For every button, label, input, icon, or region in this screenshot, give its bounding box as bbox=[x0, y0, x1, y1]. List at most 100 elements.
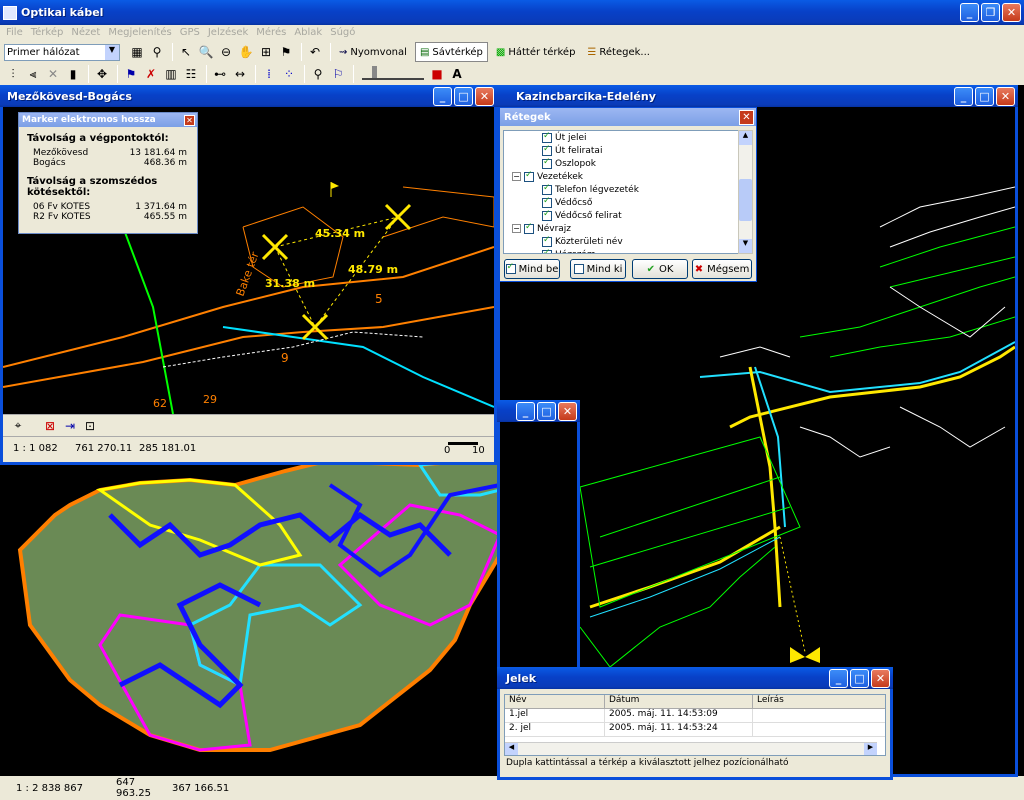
minimize-icon[interactable]: _ bbox=[516, 401, 535, 421]
menu-gps[interactable]: GPS bbox=[176, 25, 204, 41]
layers-scrollbar[interactable]: ▲ ▼ bbox=[738, 130, 753, 254]
ok-button[interactable]: ✔ OK bbox=[632, 259, 688, 279]
distance-icon[interactable]: ↔ bbox=[231, 65, 249, 83]
zoom-extent-icon[interactable]: ⊞ bbox=[257, 43, 275, 61]
points-clear-icon[interactable]: ⁘ bbox=[280, 65, 298, 83]
binoculars-icon[interactable]: ⚲ bbox=[148, 43, 166, 61]
undo-icon[interactable]: ↶ bbox=[306, 43, 324, 61]
gps-target-icon[interactable] bbox=[790, 647, 820, 663]
scroll-left-icon[interactable]: ◀ bbox=[505, 743, 518, 755]
close-icon[interactable]: ✕ bbox=[1002, 3, 1021, 22]
layer-item[interactable]: Házszám bbox=[504, 248, 738, 253]
layer-checkbox[interactable] bbox=[542, 157, 552, 169]
layer-select[interactable]: Primer hálózat ▼ bbox=[4, 43, 120, 61]
layer-checkbox[interactable] bbox=[542, 183, 552, 195]
layer-checkbox[interactable] bbox=[542, 144, 552, 156]
layer-checkbox[interactable] bbox=[524, 170, 534, 182]
menu-terkep[interactable]: Térkép bbox=[27, 25, 68, 41]
pan-hand-icon[interactable]: ✋ bbox=[237, 43, 255, 61]
minimize-icon[interactable]: _ bbox=[829, 668, 848, 688]
maximize-icon[interactable]: □ bbox=[537, 401, 556, 421]
properties-icon[interactable]: ▦ bbox=[128, 43, 146, 61]
jelek-titlebar[interactable]: Jelek _ □ ✕ bbox=[497, 667, 893, 689]
win3-titlebar[interactable]: _ □ ✕ bbox=[497, 400, 580, 422]
layers-titlebar[interactable]: Rétegek ✕ bbox=[500, 108, 756, 126]
layer-checkbox[interactable] bbox=[524, 222, 534, 234]
restore-icon[interactable]: ❐ bbox=[981, 3, 1000, 22]
close-icon[interactable]: ✕ bbox=[475, 86, 494, 106]
collapse-icon[interactable]: − bbox=[512, 224, 521, 233]
flag-icon[interactable] bbox=[330, 182, 339, 197]
cancel-button[interactable]: ✖ Mégsem bbox=[692, 259, 752, 279]
maximize-icon[interactable]: □ bbox=[454, 86, 473, 106]
chevron-down-icon[interactable]: ▼ bbox=[105, 44, 119, 60]
menu-ablak[interactable]: Ablak bbox=[290, 25, 326, 41]
scroll-right-icon[interactable]: ▶ bbox=[864, 743, 877, 755]
add-point-icon[interactable]: ⫷ bbox=[24, 65, 42, 83]
battery-icon[interactable]: ▮ bbox=[64, 65, 82, 83]
menu-meres[interactable]: Mérés bbox=[252, 25, 290, 41]
crosshair-icon[interactable]: ⌖ bbox=[9, 417, 27, 435]
savterkep-button[interactable]: ▤ Sávtérkép bbox=[414, 42, 488, 62]
table-row[interactable]: 2. jel 2005. máj. 11. 14:53:24 bbox=[505, 723, 885, 737]
col-datum[interactable]: Dátum bbox=[605, 695, 753, 708]
layer-item[interactable]: Út jelei bbox=[504, 131, 738, 144]
add-node-icon[interactable]: ⫶ bbox=[4, 65, 22, 83]
minimize-icon[interactable]: _ bbox=[433, 86, 452, 106]
scroll-up-icon[interactable]: ▲ bbox=[739, 131, 752, 145]
close-icon[interactable]: ✕ bbox=[558, 401, 577, 421]
export-icon[interactable]: ⇥ bbox=[61, 417, 79, 435]
menu-megjelenites[interactable]: Megjelenítés bbox=[104, 25, 175, 41]
color-icon[interactable]: ■ bbox=[428, 65, 446, 83]
maximize-icon[interactable]: □ bbox=[975, 86, 994, 106]
win1-titlebar[interactable]: Mezőkövesd-Bogács _ □ ✕ bbox=[0, 85, 497, 107]
points-icon[interactable]: ⁞ bbox=[260, 65, 278, 83]
layer-item[interactable]: Oszlopok bbox=[504, 157, 738, 170]
menu-file[interactable]: File bbox=[2, 25, 27, 41]
scroll-thumb[interactable] bbox=[739, 179, 752, 221]
minimize-icon[interactable]: _ bbox=[960, 3, 979, 22]
remove-flag-icon[interactable]: ✗ bbox=[142, 65, 160, 83]
close-icon[interactable]: ✕ bbox=[871, 668, 890, 688]
delete-point-icon[interactable]: ⊠ bbox=[41, 417, 59, 435]
marker-icon[interactable]: ⚲ bbox=[309, 65, 327, 83]
col-leiras[interactable]: Leírás bbox=[753, 695, 885, 708]
move-icon[interactable]: ✥ bbox=[93, 65, 111, 83]
close-icon[interactable]: ✕ bbox=[739, 109, 754, 125]
layer-item[interactable]: − Névrajz bbox=[504, 222, 738, 235]
layer-item[interactable]: Telefon légvezeték bbox=[504, 183, 738, 196]
maximize-icon[interactable]: □ bbox=[850, 668, 869, 688]
layer-item[interactable]: Út feliratai bbox=[504, 144, 738, 157]
layer-item[interactable]: − Vezetékek bbox=[504, 170, 738, 183]
layer-checkbox[interactable] bbox=[542, 235, 552, 247]
text-icon[interactable]: A bbox=[448, 65, 466, 83]
horizontal-scrollbar[interactable]: ◀ ▶ bbox=[505, 742, 877, 755]
gps-icon[interactable]: ⚐ bbox=[329, 65, 347, 83]
all-on-button[interactable]: Mind be bbox=[504, 259, 560, 279]
minimize-icon[interactable]: _ bbox=[954, 86, 973, 106]
col-nev[interactable]: Név bbox=[505, 695, 605, 708]
close-icon[interactable]: ✕ bbox=[184, 114, 195, 126]
locate-icon[interactable]: ⚑ bbox=[277, 43, 295, 61]
menu-nezet[interactable]: Nézet bbox=[67, 25, 104, 41]
layer-item[interactable]: Védőcső bbox=[504, 196, 738, 209]
nyomvonal-button[interactable]: ⇝ Nyomvonal bbox=[335, 42, 411, 62]
zoom-icon[interactable]: 🔍 bbox=[197, 43, 215, 61]
zoom-minus-icon[interactable]: ⊖ bbox=[217, 43, 235, 61]
pointer-icon[interactable]: ↖ bbox=[177, 43, 195, 61]
measure-icon[interactable]: ⊷ bbox=[211, 65, 229, 83]
menu-sugo[interactable]: Súgó bbox=[326, 25, 359, 41]
marker-x-icon[interactable] bbox=[301, 313, 329, 341]
all-off-button[interactable]: Mind ki bbox=[570, 259, 626, 279]
layer-item[interactable]: Közterületi név bbox=[504, 235, 738, 248]
scroll-down-icon[interactable]: ▼ bbox=[739, 239, 752, 253]
retegek-button[interactable]: ☰ Rétegek... bbox=[583, 42, 654, 62]
layer-checkbox[interactable] bbox=[542, 131, 552, 143]
layer-checkbox[interactable] bbox=[542, 209, 552, 221]
table-row[interactable]: 1.jel 2005. máj. 11. 14:53:09 bbox=[505, 709, 885, 723]
layer-checkbox[interactable] bbox=[542, 196, 552, 208]
import-icon[interactable]: ⊡ bbox=[81, 417, 99, 435]
delete-icon[interactable]: ✕ bbox=[44, 65, 62, 83]
list-icon[interactable]: ☷ bbox=[182, 65, 200, 83]
layer-checkbox[interactable] bbox=[542, 248, 552, 253]
